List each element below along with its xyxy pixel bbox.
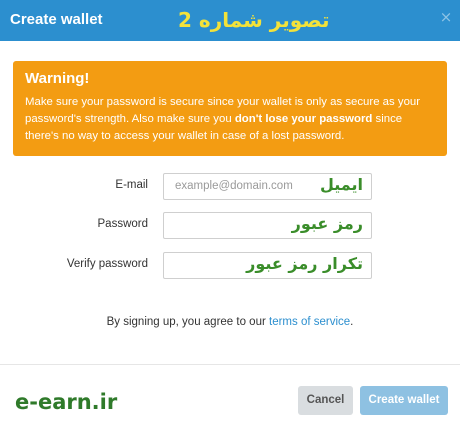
terms-notice: By signing up, you agree to our terms of…	[106, 316, 354, 328]
close-icon[interactable]: ×	[438, 9, 454, 25]
email-field[interactable]: example@domain.com ایمیل	[163, 173, 372, 200]
password-label: Password	[97, 218, 149, 230]
email-row: E-mail example@domain.com ایمیل	[0, 173, 460, 200]
terms-of-service-link[interactable]: terms of service	[269, 316, 350, 328]
verify-password-annotation: تکرار رمز عبور	[246, 254, 363, 273]
dialog-header: Create wallet تصویر شماره 2 ×	[0, 0, 460, 41]
password-annotation: رمز عبور	[291, 214, 363, 233]
email-placeholder: example@domain.com	[175, 180, 293, 192]
verify-password-row: Verify password تکرار رمز عبور	[0, 252, 460, 279]
password-field[interactable]: رمز عبور	[163, 212, 372, 239]
site-watermark: e-earn.ir	[15, 390, 118, 414]
cancel-button[interactable]: Cancel	[298, 386, 353, 415]
verify-password-label: Verify password	[66, 258, 148, 270]
warning-alert: Warning! Make sure your password is secu…	[13, 61, 447, 156]
warning-emphasis: don't lose your password	[234, 113, 373, 125]
password-row: Password رمز عبور	[0, 212, 460, 239]
verify-password-field[interactable]: تکرار رمز عبور	[163, 252, 372, 279]
warning-text: Make sure your password is secure since …	[25, 96, 421, 142]
footer-divider	[0, 364, 460, 365]
dialog-title: Create wallet	[10, 11, 103, 28]
email-label: E-mail	[115, 179, 148, 191]
warning-title: Warning!	[25, 70, 90, 87]
create-wallet-button[interactable]: Create wallet	[360, 386, 448, 415]
email-annotation: ایمیل	[319, 175, 363, 194]
image-caption: تصویر شماره 2	[178, 8, 330, 32]
